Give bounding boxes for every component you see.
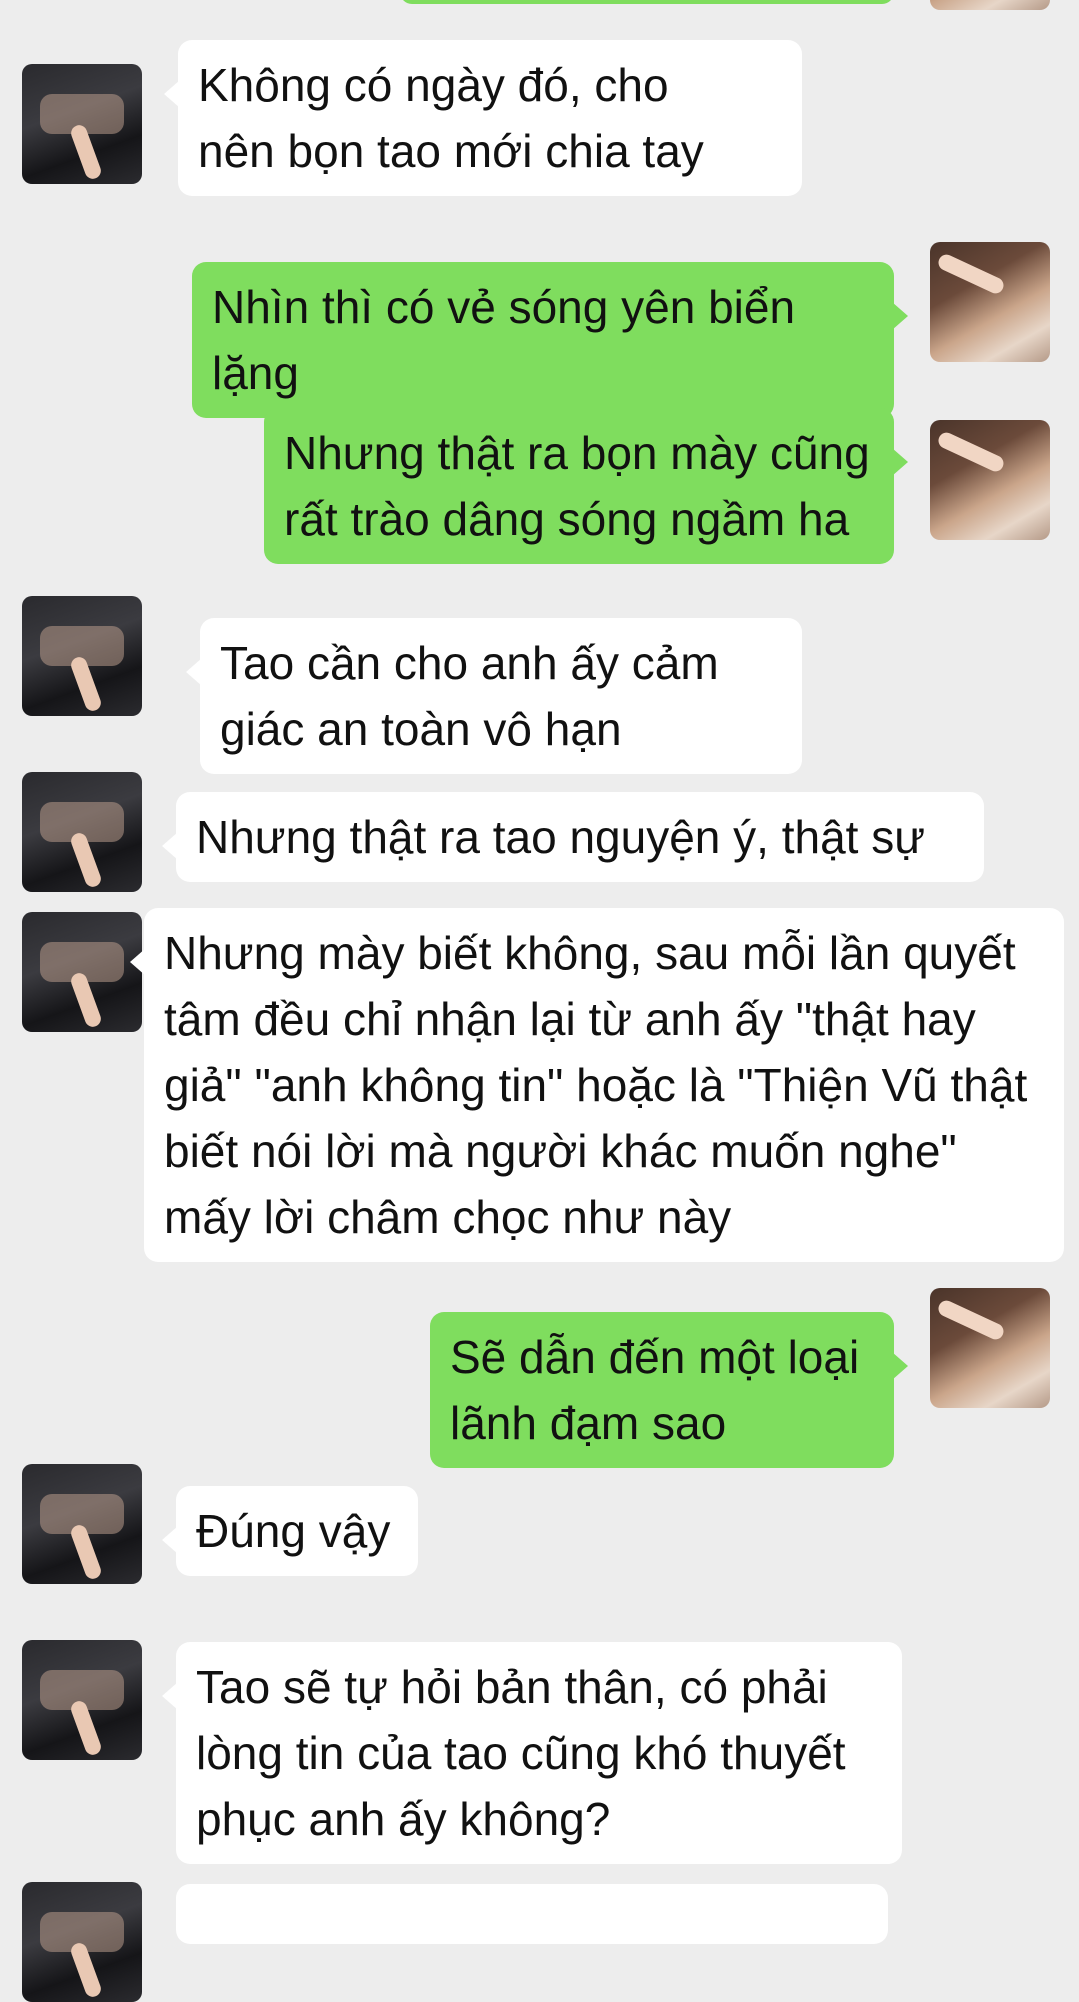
message-bubble-sent[interactable]: Sẽ dẫn đến một loại lãnh đạm sao [430, 1312, 908, 1468]
message-bubble-sent[interactable]: Nhưng thật ra bọn mày cũng rất trào dâng… [264, 408, 908, 564]
avatar-friend[interactable] [22, 1464, 142, 1584]
avatar-me[interactable] [930, 1288, 1050, 1408]
chat-conversation: Không có ngày đó, cho nên bọn tao mới ch… [0, 0, 1079, 2002]
partial-avatar-friend-bottom[interactable] [22, 1882, 142, 2002]
message-bubble-received[interactable]: Nhưng thật ra tao nguyện ý, thật sự [162, 792, 984, 882]
message-bubble-sent[interactable]: Nhìn thì có vẻ sóng yên biển lặng [192, 262, 908, 418]
partial-avatar-me-top[interactable] [930, 0, 1050, 10]
avatar-friend[interactable] [22, 772, 142, 892]
message-bubble-received[interactable]: Tao sẽ tự hỏi bản thân, có phải lòng tin… [162, 1642, 902, 1864]
avatar-me[interactable] [930, 420, 1050, 540]
partial-sent-bubble-top[interactable] [400, 0, 894, 4]
avatar-friend[interactable] [22, 596, 142, 716]
avatar-me[interactable] [930, 242, 1050, 362]
avatar-friend[interactable] [22, 64, 142, 184]
partial-received-bubble-bottom[interactable] [176, 1884, 888, 1944]
avatar-friend[interactable] [22, 912, 142, 1032]
avatar-friend[interactable] [22, 1640, 142, 1760]
message-bubble-received[interactable]: Không có ngày đó, cho nên bọn tao mới ch… [164, 40, 802, 196]
message-bubble-received[interactable]: Đúng vậy [162, 1486, 418, 1576]
message-bubble-received[interactable]: Tao cần cho anh ấy cảm giác an toàn vô h… [186, 618, 802, 774]
message-bubble-received[interactable]: Nhưng mày biết không, sau mỗi lần quyết … [130, 908, 1064, 1262]
